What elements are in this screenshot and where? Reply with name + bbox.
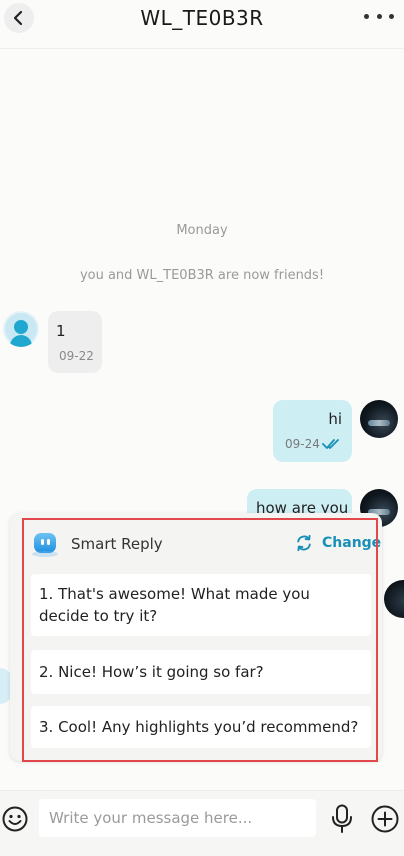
message-input[interactable] [39, 799, 316, 837]
chat-title: WL_TE0B3R [140, 6, 264, 30]
emoji-icon [2, 806, 28, 832]
message-text: hi [328, 410, 342, 428]
message-time: 09-22 [59, 349, 94, 363]
friends-notice: you and WL_TE0B3R are now friends! [79, 268, 325, 283]
plus-circle-icon [371, 805, 399, 833]
more-dots-icon [364, 13, 369, 19]
chat-header: WL_TE0B3R [0, 0, 404, 49]
double-check-icon [322, 439, 339, 449]
message-time: 09-24 [285, 437, 320, 451]
my-avatar [384, 580, 404, 618]
microphone-icon [332, 804, 352, 833]
emoji-button[interactable] [2, 806, 28, 836]
voice-button[interactable] [331, 804, 353, 838]
day-separator: Monday [176, 223, 228, 238]
outgoing-message-bubble[interactable]: hi 09-24 [273, 400, 352, 462]
message-composer [0, 790, 404, 856]
smart-reply-highlight [22, 518, 378, 762]
contact-avatar[interactable] [3, 311, 39, 347]
my-avatar[interactable] [360, 400, 398, 438]
more-options-button[interactable] [364, 12, 394, 20]
add-attachment-button[interactable] [371, 805, 399, 837]
message-text: 1 [56, 322, 66, 340]
incoming-message-bubble[interactable]: 1 09-22 [48, 311, 102, 373]
